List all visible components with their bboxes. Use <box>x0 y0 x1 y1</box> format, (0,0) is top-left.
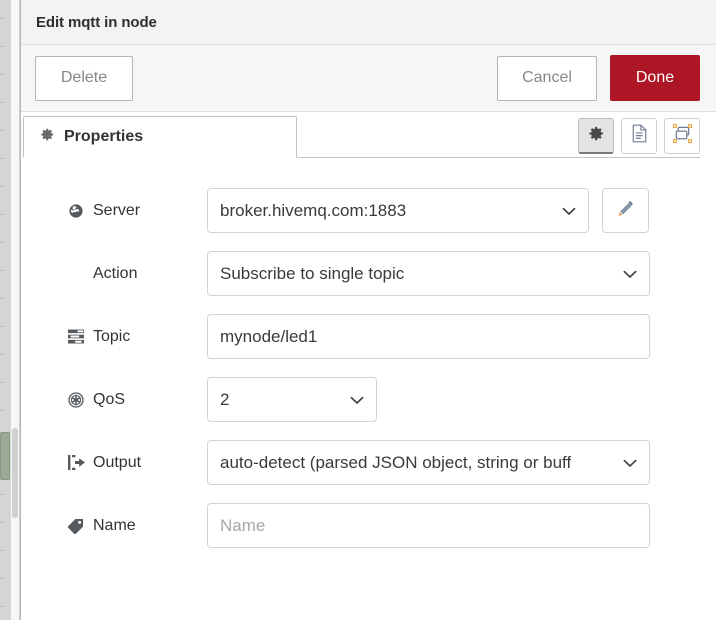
action-value: Subscribe to single topic <box>220 263 405 283</box>
tab-properties-label: Properties <box>64 128 144 145</box>
canvas-ruler-tick <box>0 550 5 551</box>
canvas-ruler-tick <box>0 270 5 271</box>
pencil-icon <box>617 199 635 222</box>
form-row-output: Output auto-detect (parsed JSON object, … <box>45 440 692 485</box>
qos-select[interactable]: 2 <box>207 377 377 422</box>
canvas-ruler <box>0 0 11 620</box>
tasks-icon <box>67 328 85 346</box>
sign-out-icon <box>67 454 85 472</box>
delete-button[interactable]: Delete <box>35 55 133 101</box>
output-value: auto-detect (parsed JSON object, string … <box>220 452 572 472</box>
name-label-text: Name <box>93 516 136 534</box>
tab-properties[interactable]: Properties <box>23 116 297 158</box>
dialog-action-bar: Delete Cancel Done <box>21 45 716 112</box>
editor-canvas-backdrop <box>0 0 20 620</box>
canvas-ruler-tick <box>0 578 5 579</box>
canvas-ruler-tick <box>0 242 5 243</box>
empire-icon <box>67 391 85 409</box>
action-select[interactable]: Subscribe to single topic <box>207 251 650 296</box>
node-appearance-icon <box>672 123 692 148</box>
dialog-titlebar: Edit mqtt in node <box>21 0 716 45</box>
form-row-action: Action Subscribe to single topic <box>45 251 692 296</box>
canvas-ruler-tick <box>0 18 5 19</box>
action-label: Action <box>45 265 207 283</box>
topic-value: mynode/led1 <box>220 326 318 346</box>
globe-icon <box>67 202 85 220</box>
output-label-text: Output <box>93 453 142 471</box>
form-row-name: Name Name <box>45 503 692 548</box>
form-row-topic: Topic mynode/led1 <box>45 314 692 359</box>
appearance-view-button[interactable] <box>664 118 700 154</box>
canvas-ruler-tick <box>0 158 5 159</box>
qos-value: 2 <box>220 389 230 409</box>
canvas-ruler-tick <box>0 382 5 383</box>
tab-strip: Properties <box>21 112 716 158</box>
canvas-ruler-tick <box>0 102 5 103</box>
topic-label: Topic <box>45 328 207 346</box>
description-view-button[interactable] <box>621 118 657 154</box>
server-label-text: Server <box>93 201 141 219</box>
canvas-ruler-tick <box>0 130 5 131</box>
topic-label-text: Topic <box>93 327 131 345</box>
canvas-ruler-tick <box>0 74 5 75</box>
tab-tool-buttons <box>578 118 700 158</box>
canvas-ruler-tick <box>0 326 5 327</box>
properties-view-button[interactable] <box>578 118 614 154</box>
chevron-down-icon <box>623 453 637 473</box>
done-button[interactable]: Done <box>610 55 700 101</box>
chevron-down-icon <box>350 390 364 410</box>
name-placeholder: Name <box>220 515 266 535</box>
edit-server-button[interactable] <box>602 188 649 233</box>
qos-label: QoS <box>45 391 207 409</box>
canvas-ruler-tick <box>0 46 5 47</box>
cancel-button[interactable]: Cancel <box>497 55 597 101</box>
action-label-text: Action <box>93 264 138 282</box>
qos-label-text: QoS <box>93 390 126 408</box>
server-select[interactable]: broker.hivemq.com:1883 <box>207 188 589 233</box>
output-select[interactable]: auto-detect (parsed JSON object, string … <box>207 440 650 485</box>
name-input[interactable]: Name <box>207 503 650 548</box>
edit-node-dialog: Edit mqtt in node Delete Cancel Done Pro… <box>20 0 716 620</box>
tag-icon <box>67 517 85 535</box>
form-row-qos: QoS 2 <box>45 377 692 422</box>
form-row-server: Server broker.hivemq.com:1883 <box>45 188 692 233</box>
chevron-down-icon <box>623 264 637 284</box>
canvas-ruler-tick <box>0 606 5 607</box>
canvas-ruler-tick <box>0 354 5 355</box>
output-label: Output <box>45 454 207 472</box>
chevron-down-icon <box>562 201 576 221</box>
page-title: Edit mqtt in node <box>36 13 157 31</box>
server-label: Server <box>45 202 207 220</box>
document-icon <box>631 124 648 148</box>
topic-input[interactable]: mynode/led1 <box>207 314 650 359</box>
canvas-scrollbar[interactable] <box>12 428 18 518</box>
canvas-ruler-tick <box>0 214 5 215</box>
gear-icon <box>40 127 55 147</box>
canvas-node-shape[interactable] <box>0 432 10 480</box>
canvas-ruler-tick <box>0 186 5 187</box>
canvas-ruler-tick <box>0 410 5 411</box>
properties-form: Server broker.hivemq.com:1883 Action Sub… <box>21 158 716 620</box>
action-icon-placeholder <box>67 265 85 283</box>
server-value: broker.hivemq.com:1883 <box>220 200 407 220</box>
canvas-ruler-tick <box>0 298 5 299</box>
canvas-ruler-tick <box>0 494 5 495</box>
name-label: Name <box>45 517 207 535</box>
gear-icon <box>588 125 605 147</box>
canvas-ruler-tick <box>0 522 5 523</box>
